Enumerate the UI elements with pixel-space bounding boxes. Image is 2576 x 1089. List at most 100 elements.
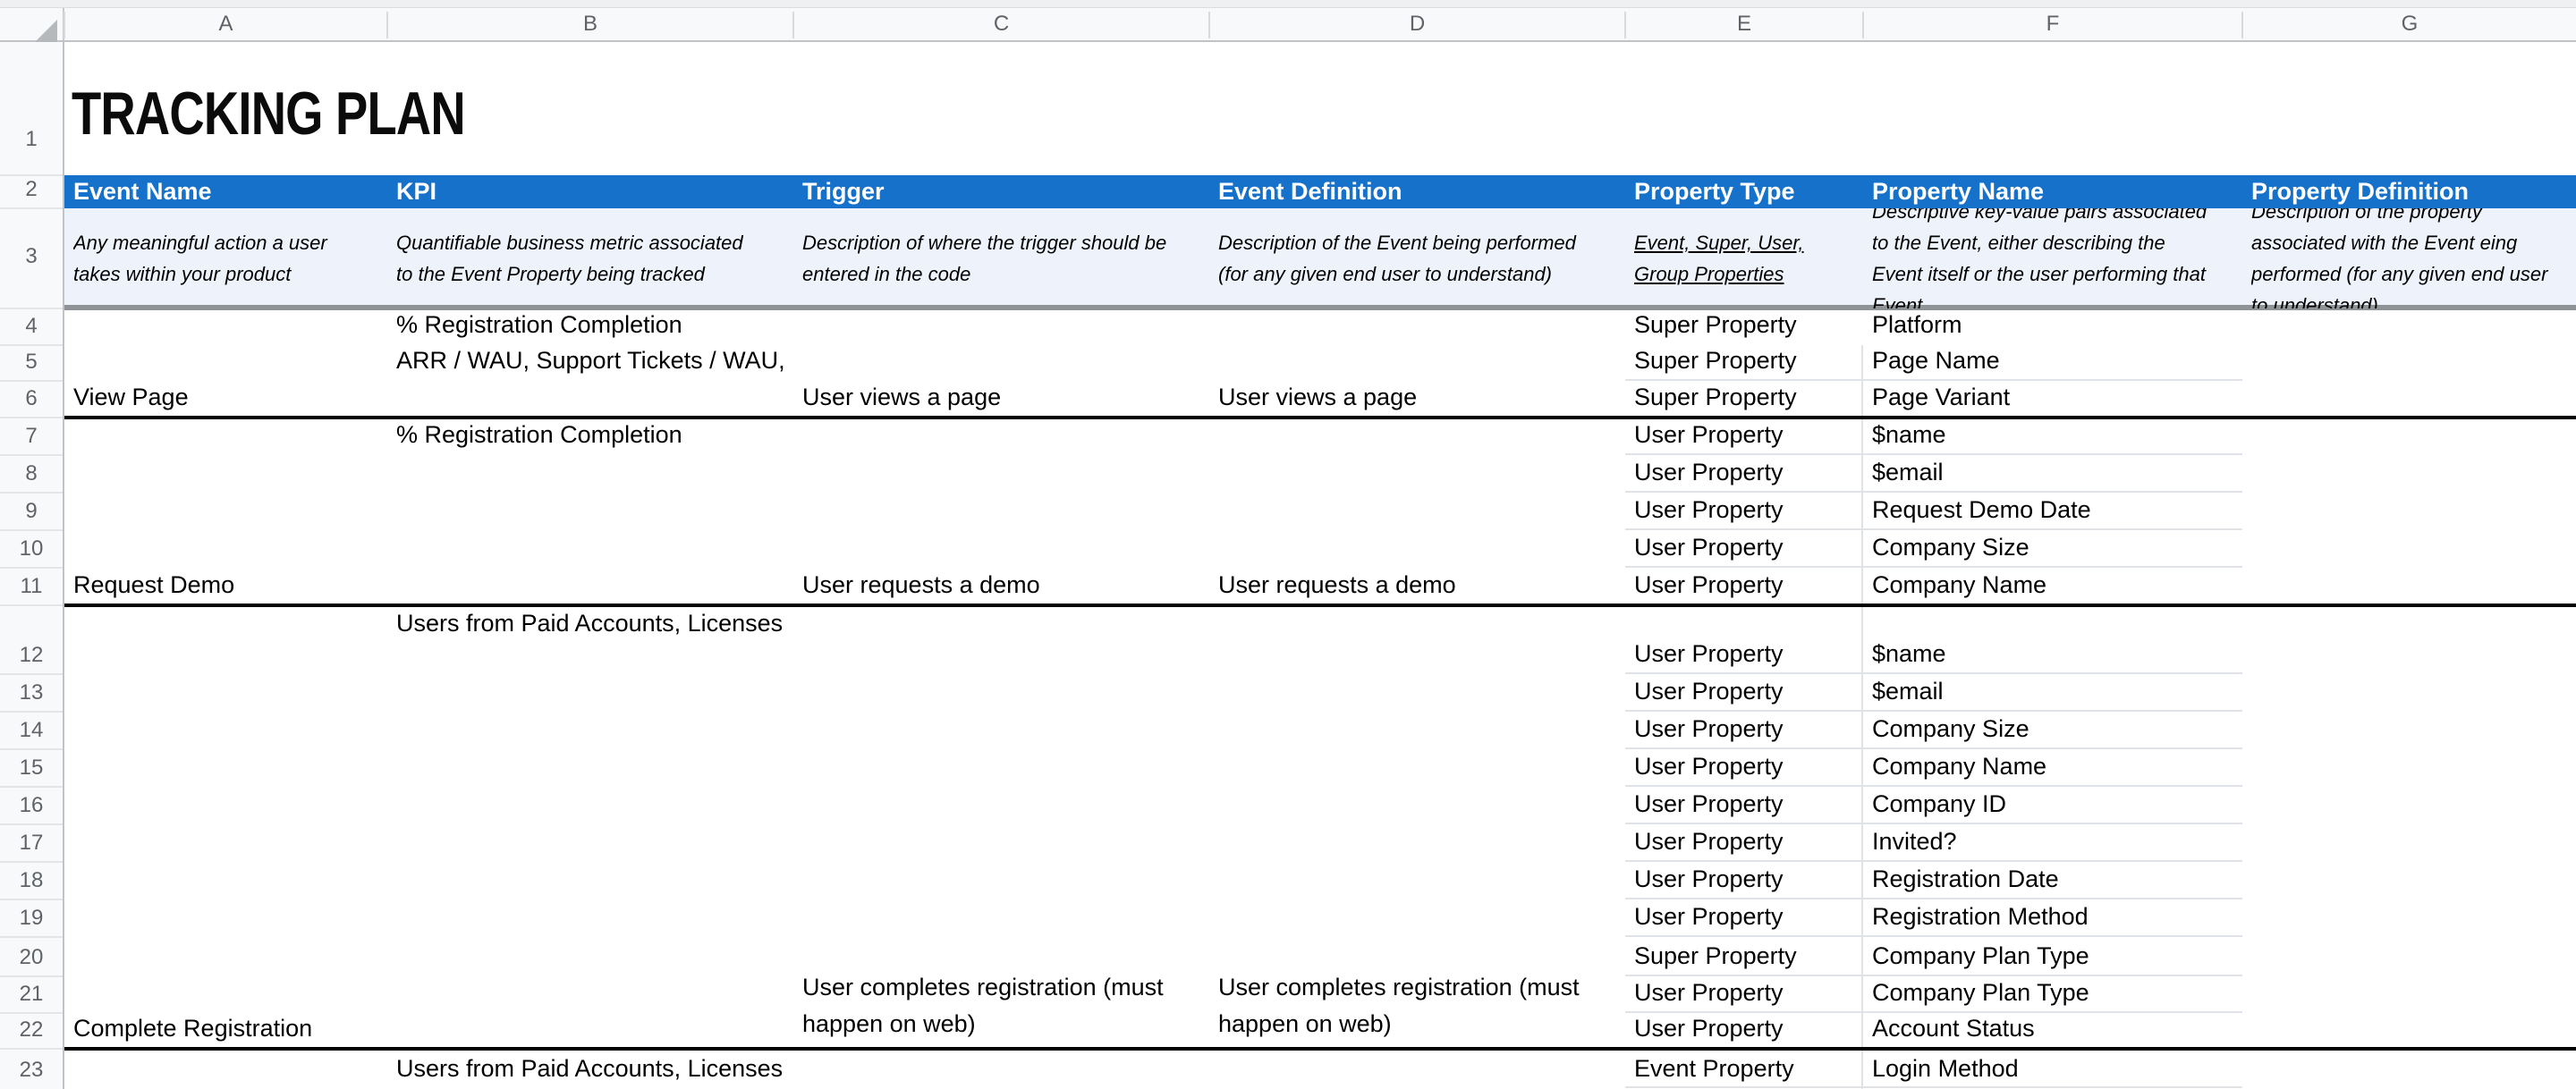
cell-c6[interactable]: User views a page bbox=[802, 381, 1200, 418]
cell-f12[interactable]: $name bbox=[1872, 605, 2233, 674]
cell-e9[interactable]: User Property bbox=[1634, 493, 1854, 530]
cell-f21[interactable]: Company Plan Type bbox=[1872, 976, 2233, 1013]
title-cell-a1[interactable]: TRACKING PLAN bbox=[72, 82, 564, 146]
cell-e5[interactable]: Super Property bbox=[1634, 345, 1854, 381]
header-cell-c[interactable]: Trigger bbox=[802, 175, 1209, 208]
cell-f9[interactable]: Request Demo Date bbox=[1872, 493, 2233, 530]
cell-e6[interactable]: Super Property bbox=[1634, 381, 1854, 418]
row-header-8[interactable]: 8 bbox=[0, 455, 63, 493]
row-header-20[interactable]: 20 bbox=[0, 937, 63, 976]
column-header-d[interactable]: D bbox=[1209, 8, 1625, 40]
row-header-4[interactable]: 4 bbox=[0, 308, 63, 345]
cell-e20[interactable]: Super Property bbox=[1634, 937, 1854, 976]
cell-f23[interactable]: Login Method bbox=[1872, 1049, 2233, 1089]
row-header-23[interactable]: 23 bbox=[0, 1049, 63, 1089]
column-header-a[interactable]: A bbox=[64, 8, 387, 40]
row-header-17[interactable]: 17 bbox=[0, 824, 63, 862]
cell-d6[interactable]: User views a page bbox=[1218, 381, 1616, 418]
row-header-5[interactable]: 5 bbox=[0, 345, 63, 381]
cell-e19[interactable]: User Property bbox=[1634, 899, 1854, 937]
cell-e8[interactable]: User Property bbox=[1634, 455, 1854, 493]
row-header-14[interactable]: 14 bbox=[0, 712, 63, 749]
cell-f10[interactable]: Company Size bbox=[1872, 530, 2233, 568]
cell-f17[interactable]: Invited? bbox=[1872, 824, 2233, 862]
cell-e21[interactable]: User Property bbox=[1634, 976, 1854, 1013]
cell-f11[interactable]: Company Name bbox=[1872, 568, 2233, 605]
row-header-6[interactable]: 6 bbox=[0, 381, 63, 418]
header-cell-f[interactable]: Property Name bbox=[1872, 175, 2242, 208]
description-cell-f[interactable]: Descriptive key-value pairs associated t… bbox=[1872, 208, 2235, 308]
cell-f20[interactable]: Company Plan Type bbox=[1872, 937, 2233, 976]
row-header-3[interactable]: 3 bbox=[0, 208, 63, 308]
header-cell-b[interactable]: KPI bbox=[396, 175, 793, 208]
cell-e17[interactable]: User Property bbox=[1634, 824, 1854, 862]
row-header-12[interactable]: 12 bbox=[0, 605, 63, 674]
cell-e22[interactable]: User Property bbox=[1634, 1013, 1854, 1049]
cell-d11[interactable]: User requests a demo bbox=[1218, 568, 1616, 605]
cell-a6[interactable]: View Page bbox=[73, 381, 378, 418]
description-cell-c[interactable]: Description of where the trigger should … bbox=[802, 208, 1202, 308]
cell-e18[interactable]: User Property bbox=[1634, 862, 1854, 899]
cell-b4[interactable]: % Registration Completion bbox=[396, 308, 784, 345]
row-header-19[interactable]: 19 bbox=[0, 899, 63, 937]
row-header-2[interactable]: 2 bbox=[0, 175, 63, 208]
row-header-7[interactable]: 7 bbox=[0, 418, 63, 455]
description-cell-b[interactable]: Quantifiable business metric associated … bbox=[396, 208, 786, 308]
column-header-c[interactable]: C bbox=[793, 8, 1209, 40]
row-header-1[interactable]: 1 bbox=[0, 42, 63, 175]
cell-b5[interactable]: ARR / WAU, Support Tickets / WAU, T bbox=[396, 345, 792, 381]
description-cell-d[interactable]: Description of the Event being performed… bbox=[1218, 208, 1618, 308]
cell-f5[interactable]: Page Name bbox=[1872, 345, 2233, 381]
cell-e10[interactable]: User Property bbox=[1634, 530, 1854, 568]
cell-f15[interactable]: Company Name bbox=[1872, 749, 2233, 787]
cell-f19[interactable]: Registration Method bbox=[1872, 899, 2233, 937]
cell-f14[interactable]: Company Size bbox=[1872, 712, 2233, 749]
cell-a11[interactable]: Request Demo bbox=[73, 568, 378, 605]
cell-e7[interactable]: User Property bbox=[1634, 418, 1854, 455]
cell-b23[interactable]: Users from Paid Accounts, Licenses bbox=[396, 1049, 784, 1089]
cell-f8[interactable]: $email bbox=[1872, 455, 2233, 493]
row-header-16[interactable]: 16 bbox=[0, 787, 63, 824]
row-header-18[interactable]: 18 bbox=[0, 862, 63, 899]
cell-d22[interactable]: User completes registration (must happen… bbox=[1218, 976, 1616, 1049]
cell-e12[interactable]: User Property bbox=[1634, 605, 1854, 674]
cell-e23[interactable]: Event Property bbox=[1634, 1049, 1854, 1089]
cell-f18[interactable]: Registration Date bbox=[1872, 862, 2233, 899]
cell-b7[interactable]: % Registration Completion bbox=[396, 418, 784, 455]
description-cell-a[interactable]: Any meaningful action a user takes withi… bbox=[73, 208, 380, 308]
row-header-9[interactable]: 9 bbox=[0, 493, 63, 530]
row-header-22[interactable]: 22 bbox=[0, 1013, 63, 1049]
row-header-21[interactable]: 21 bbox=[0, 976, 63, 1013]
cell-f13[interactable]: $email bbox=[1872, 674, 2233, 712]
select-all-corner[interactable] bbox=[0, 8, 64, 40]
header-cell-g[interactable]: Property Definition bbox=[2251, 175, 2576, 208]
cell-f4[interactable]: Platform bbox=[1872, 308, 2233, 345]
cell-b12[interactable]: Users from Paid Accounts, Licenses bbox=[396, 605, 784, 674]
cell-e13[interactable]: User Property bbox=[1634, 674, 1854, 712]
cell-f22[interactable]: Account Status bbox=[1872, 1013, 2233, 1049]
column-header-g[interactable]: G bbox=[2242, 8, 2576, 40]
cell-c11[interactable]: User requests a demo bbox=[802, 568, 1200, 605]
cell-e15[interactable]: User Property bbox=[1634, 749, 1854, 787]
column-header-b[interactable]: B bbox=[387, 8, 793, 40]
cell-f7[interactable]: $name bbox=[1872, 418, 2233, 455]
cell-a22[interactable]: Complete Registration bbox=[73, 1013, 378, 1049]
header-cell-a[interactable]: Event Name bbox=[73, 175, 387, 208]
cell-f16[interactable]: Company ID bbox=[1872, 787, 2233, 824]
row-header-11[interactable]: 11 bbox=[0, 568, 63, 605]
cell-e14[interactable]: User Property bbox=[1634, 712, 1854, 749]
cell-f6[interactable]: Page Variant bbox=[1872, 381, 2233, 418]
cell-e4[interactable]: Super Property bbox=[1634, 308, 1854, 345]
cell-e16[interactable]: User Property bbox=[1634, 787, 1854, 824]
cell-e11[interactable]: User Property bbox=[1634, 568, 1854, 605]
header-cell-d[interactable]: Event Definition bbox=[1218, 175, 1625, 208]
row-header-13[interactable]: 13 bbox=[0, 674, 63, 712]
header-cell-e[interactable]: Property Type bbox=[1634, 175, 1863, 208]
column-header-f[interactable]: F bbox=[1863, 8, 2242, 40]
description-cell-g[interactable]: Description of the property associated w… bbox=[2251, 208, 2570, 308]
row-header-10[interactable]: 10 bbox=[0, 530, 63, 568]
description-cell-e[interactable]: Event, Super, User, Group Properties bbox=[1634, 208, 1856, 308]
row-header-15[interactable]: 15 bbox=[0, 749, 63, 787]
column-header-e[interactable]: E bbox=[1625, 8, 1863, 40]
cell-c22[interactable]: User completes registration (must happen… bbox=[802, 976, 1200, 1049]
